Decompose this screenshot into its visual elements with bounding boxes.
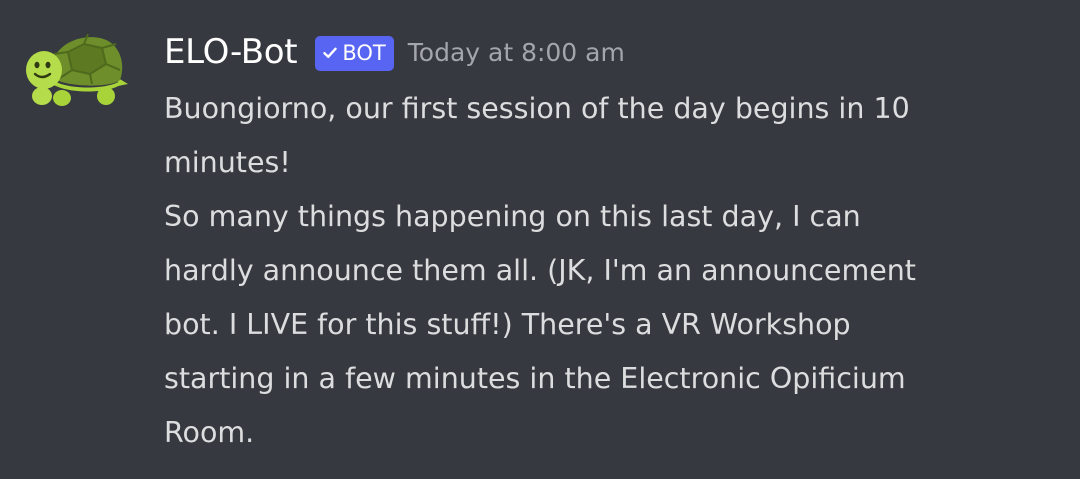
avatar[interactable] [22,30,130,110]
message-line: So many things happening on this last da… [164,200,861,233]
message-line: bot. I LIVE for this stuff!) There's a V… [164,308,851,341]
message-line: Room. [164,416,255,449]
author-name[interactable]: ELO-Bot [164,32,298,72]
message-line: hardly announce them all. (JK, I'm an an… [164,254,916,287]
message-line: Buongiorno, our first session of the day… [164,92,910,125]
turtle-icon [26,33,128,106]
timestamp[interactable]: Today at 8:00 am [408,38,625,67]
message-content: Buongiorno, our first session of the day… [164,82,1054,460]
message-line: starting in a few minutes in the Electro… [164,362,906,395]
message-line: minutes! [164,146,291,179]
bot-tag-label: BOT [342,41,386,65]
check-icon [323,47,338,58]
message-header: ELO-Bot BOT Today at 8:00 am [164,24,625,80]
chat-message: ELO-Bot BOT Today at 8:00 am Buongiorno,… [0,0,1080,479]
bot-tag: BOT [315,35,394,71]
